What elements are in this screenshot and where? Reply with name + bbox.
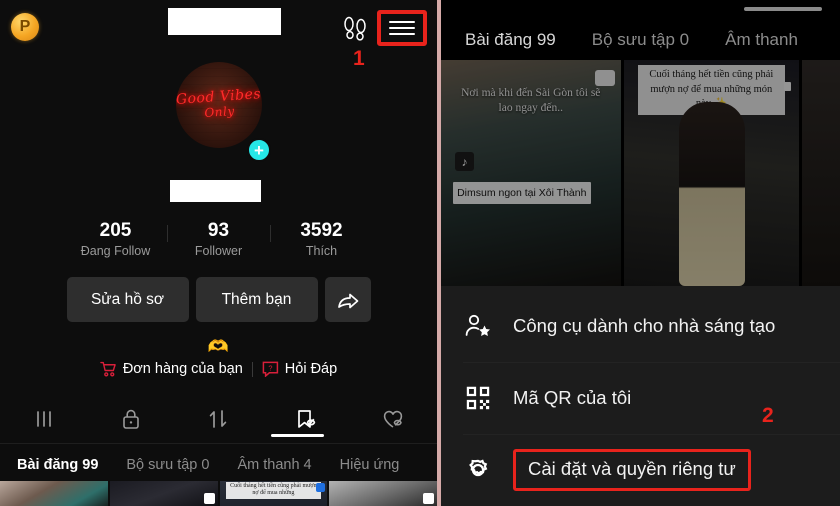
creator-tools-icon xyxy=(463,311,493,341)
thumbnail-badge-icon xyxy=(784,82,792,91)
menu-item-label: Công cụ dành cho nhà sáng tạo xyxy=(513,315,776,336)
drawer-handle[interactable] xyxy=(744,7,822,11)
liked-heart-hidden-icon[interactable] xyxy=(381,407,405,431)
shop-divider xyxy=(251,361,253,377)
add-post-badge[interactable]: + xyxy=(247,138,271,162)
step-marker-1: 1 xyxy=(353,47,365,70)
likes-label: Thích xyxy=(305,244,338,258)
sub-tab-collections[interactable]: Bộ sưu tập 0 xyxy=(126,457,209,473)
drawer-tabs: Bài đăng 99 Bộ sưu tập 0 Âm thanh xyxy=(441,22,840,58)
sub-tab-sounds[interactable]: Âm thanh 4 xyxy=(237,457,311,473)
tab-collections[interactable]: Bộ sưu tập 0 xyxy=(592,30,689,50)
active-tab-underline xyxy=(271,434,324,437)
tiktok-watermark-icon: ♪ xyxy=(455,152,474,171)
thumbnail-strip: Cuối tháng hết tiền cũng phải mượn nợ để… xyxy=(0,481,437,506)
side-drawer-screen: Bài đăng 99 Bộ sưu tập 0 Âm thanh Nơi mà… xyxy=(441,0,840,506)
hearts-emoji: 🫶 xyxy=(207,337,230,356)
menu-item-creator-tools[interactable]: Công cụ dành cho nhà sáng tạo xyxy=(441,290,840,362)
thumbnail-caption: Nơi mà khi đến Sài Gòn tôi sẽ lao ngay đ… xyxy=(461,87,601,114)
qa-label: Hỏi Đáp xyxy=(284,361,338,377)
following-count: 205 xyxy=(99,220,132,241)
handle-redacted-bar xyxy=(170,180,261,202)
dice-badge-icon xyxy=(423,493,434,504)
svg-text:?: ? xyxy=(268,363,272,372)
saved-bookmark-hidden-icon[interactable] xyxy=(294,407,318,431)
hamburger-menu-icon[interactable] xyxy=(377,10,427,46)
orders-label: Đơn hàng của bạn xyxy=(122,361,243,377)
footprint-icon[interactable] xyxy=(340,14,370,42)
video-thumbnail[interactable] xyxy=(802,60,840,286)
content-tab-icons xyxy=(0,400,437,438)
repost-icon[interactable] xyxy=(206,407,230,431)
sub-tab-posts[interactable]: Bài đăng 99 xyxy=(17,457,98,473)
share-profile-button[interactable] xyxy=(324,277,371,322)
hamburger-bars xyxy=(389,17,415,39)
profile-screen: P 1 Good Vibes Only + 205 Đang Follow 93… xyxy=(0,0,437,506)
qa-link[interactable]: ? Hỏi Đáp xyxy=(262,361,337,377)
orders-link[interactable]: Đơn hàng của bạn xyxy=(100,361,243,377)
drawer-menu: Công cụ dành cho nhà sáng tạo Mã QR của … xyxy=(441,290,840,506)
thumbnail-badge-icon xyxy=(316,483,326,492)
menu-item-settings-privacy[interactable]: Cài đặt và quyền riêng tư xyxy=(441,434,840,506)
avatar-image: Good Vibes Only xyxy=(176,62,262,148)
video-thumbnail[interactable]: Nơi mà khi đến Sài Gòn tôi sẽ lao ngay đ… xyxy=(441,60,621,286)
menu-item-my-qr[interactable]: Mã QR của tôi xyxy=(441,362,840,434)
follower-label: Follower xyxy=(194,244,243,258)
sub-tab-effects[interactable]: Hiệu ứng xyxy=(340,457,400,473)
stat-followers[interactable]: 93 Follower xyxy=(168,219,270,260)
edit-profile-button[interactable]: Sửa hồ sơ xyxy=(66,277,189,322)
video-thumbnail-grid: Nơi mà khi đến Sài Gòn tôi sẽ lao ngay đ… xyxy=(441,60,840,286)
tab-hairline xyxy=(0,443,437,444)
thumbnail-pill-caption: Dimsum ngon tại Xôi Thành xyxy=(453,182,591,204)
dice-badge-icon xyxy=(203,493,215,504)
thumbnail-subject xyxy=(678,102,745,286)
stat-following[interactable]: 205 Đang Follow xyxy=(65,219,167,260)
thumbnail-item[interactable] xyxy=(329,481,437,506)
settings-highlight-box: Cài đặt và quyền riêng tư xyxy=(513,449,751,491)
thumbnail-item[interactable] xyxy=(0,481,108,506)
tab-sounds[interactable]: Âm thanh xyxy=(725,30,798,50)
likes-count: 3592 xyxy=(300,220,343,241)
qr-code-icon xyxy=(463,383,493,413)
add-friend-button[interactable]: Thêm bạn xyxy=(195,277,318,322)
screenshot-root: P 1 Good Vibes Only + 205 Đang Follow 93… xyxy=(0,0,840,506)
coin-letter: P xyxy=(19,18,31,35)
share-arrow-icon xyxy=(337,293,358,308)
points-coin-icon[interactable]: P xyxy=(11,13,39,41)
shopping-cart-icon xyxy=(100,361,116,377)
username-redacted-bar xyxy=(168,8,281,35)
edit-profile-label: Sửa hồ sơ xyxy=(90,290,165,308)
thumbnail-item[interactable]: Cuối tháng hết tiền cũng phải mượn nợ để… xyxy=(219,481,328,506)
menu-item-label: Mã QR của tôi xyxy=(513,387,632,408)
thumbnail-caption: Cuối tháng hết tiền cũng phải mượn nợ để… xyxy=(225,482,322,499)
video-thumbnail[interactable]: Cuối tháng hết tiền cũng phải mượn nợ để… xyxy=(623,60,800,286)
dice-badge-icon xyxy=(594,70,615,86)
add-friend-label: Thêm bạn xyxy=(221,290,292,308)
lock-private-icon[interactable] xyxy=(119,407,143,431)
profile-stats: 205 Đang Follow 93 Follower 3592 Thích xyxy=(0,219,437,260)
tab-posts[interactable]: Bài đăng 99 xyxy=(465,30,556,50)
settings-gear-icon xyxy=(463,455,493,485)
avatar[interactable]: Good Vibes Only + xyxy=(176,62,271,162)
sub-tabs: Bài đăng 99 Bộ sưu tập 0 Âm thanh 4 Hiệu… xyxy=(0,450,437,480)
thumbnail-item[interactable] xyxy=(109,481,218,506)
grid-posts-icon[interactable] xyxy=(32,407,56,431)
step-marker-2: 2 xyxy=(762,404,774,427)
follower-count: 93 xyxy=(207,220,230,241)
shop-links: Đơn hàng của bạn ? Hỏi Đáp xyxy=(0,361,437,377)
following-label: Đang Follow xyxy=(80,244,151,258)
avatar-neon-text: Good Vibes Only xyxy=(176,86,262,121)
question-answer-icon: ? xyxy=(262,361,278,377)
menu-item-label: Cài đặt và quyền riêng tư xyxy=(528,458,736,479)
profile-actions: Sửa hồ sơ Thêm bạn xyxy=(0,277,437,322)
stat-likes[interactable]: 3592 Thích xyxy=(271,219,373,260)
